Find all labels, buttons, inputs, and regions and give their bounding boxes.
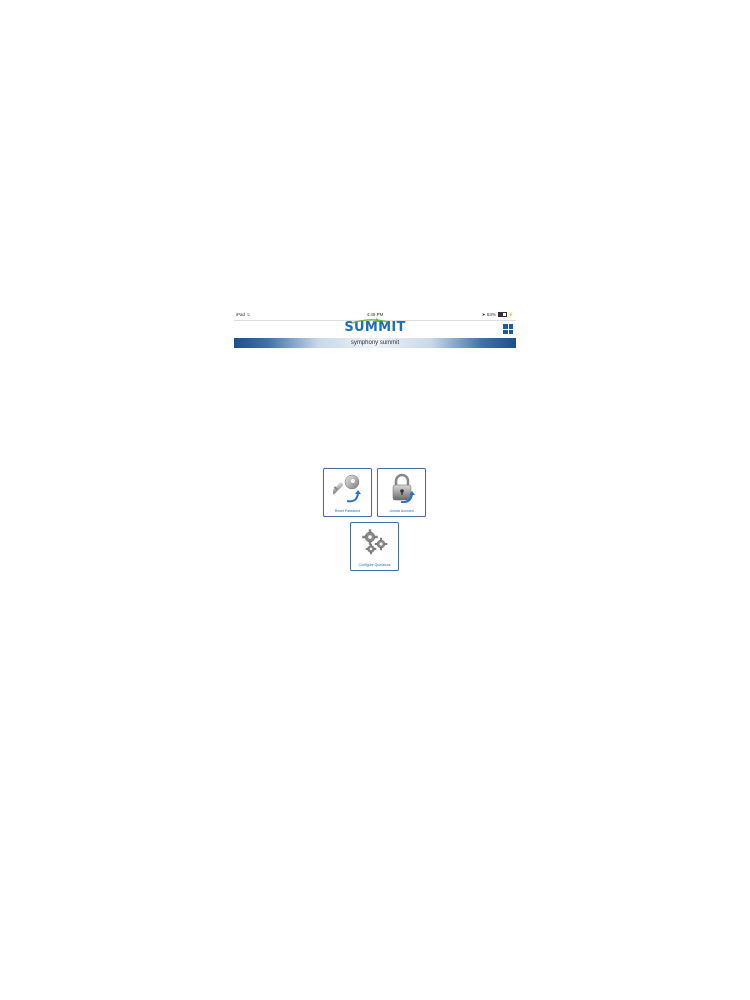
key-icon [333, 474, 361, 503]
app-header: SUMMIT [234, 318, 516, 339]
padlock-icon [392, 473, 415, 503]
charging-icon: ⚡ [508, 312, 514, 317]
gears-icon [362, 529, 388, 555]
status-time: 4:49 PM [366, 312, 384, 317]
location-icon: ➤ [481, 312, 486, 317]
reset-password-tile[interactable]: Reset Password [323, 468, 372, 517]
grid-menu-icon[interactable] [503, 324, 513, 334]
app-screen: iPad ☺ 4:49 PM ➤ 63% ⚡ SUMMIT symphony s… [234, 311, 516, 581]
tile-label: Configure Questions [358, 563, 391, 567]
status-right: ➤ 63% ⚡ [482, 312, 514, 318]
banner: symphony summit [234, 338, 516, 348]
summit-logo: SUMMIT [344, 318, 405, 336]
configure-questions-tile[interactable]: Configure Questions [350, 522, 399, 571]
logo-swoosh-icon [352, 318, 389, 324]
tile-label: Unlock Account [389, 509, 414, 513]
tile-label: Reset Password [334, 509, 361, 513]
banner-text: symphony summit [350, 340, 400, 346]
unlock-account-tile[interactable]: Unlock Account [377, 468, 426, 517]
battery-percent: 63% [486, 312, 496, 317]
battery-icon [498, 312, 508, 318]
